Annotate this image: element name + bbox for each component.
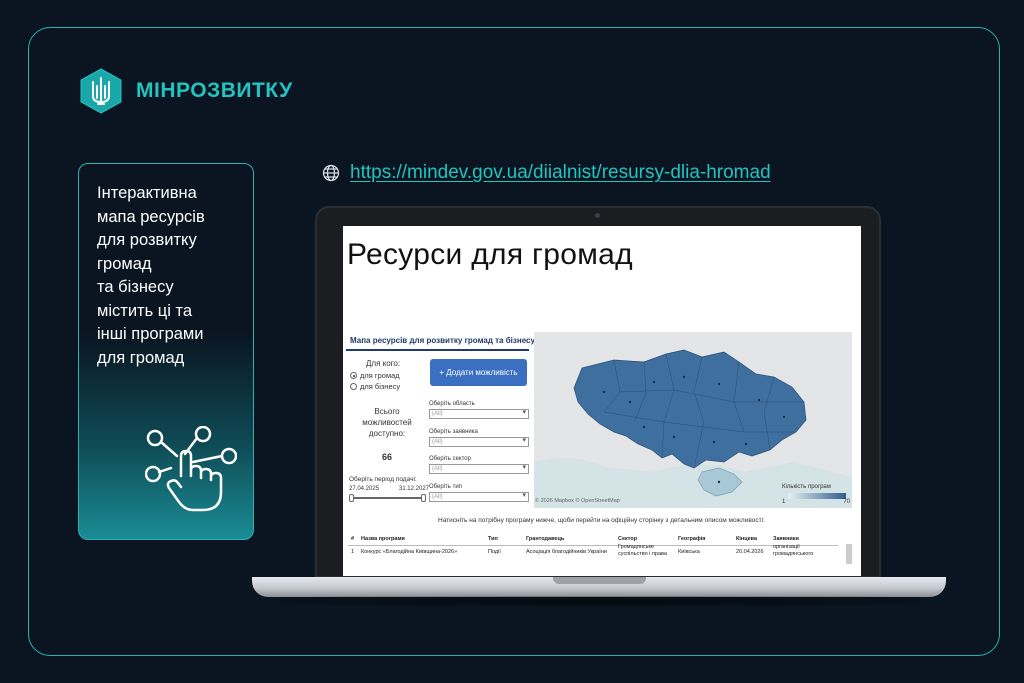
info-card: Інтерактивна мапа ресурсів для розвитку … (78, 163, 254, 540)
period-from: 27.04.2025 (349, 486, 380, 492)
filter-applicant-select[interactable]: (All) (429, 437, 529, 447)
filter-type-select[interactable]: (All) (429, 492, 529, 502)
filter-applicant: Оберіть заявника (All) (429, 429, 529, 447)
info-line: для громад (97, 348, 185, 367)
cell: Громадянське суспільство і права (618, 544, 667, 557)
period-slider[interactable] (351, 497, 423, 499)
slider-handle-end[interactable] (421, 494, 426, 502)
cell: організації громадянського (773, 544, 814, 557)
column-header: Тип (488, 536, 498, 542)
cell: Асоціація благодійників України (526, 549, 607, 555)
cell: Події (488, 549, 501, 555)
cell: 1 (351, 549, 355, 555)
slider-handle-start[interactable] (349, 494, 354, 502)
table-scrollbar[interactable] (846, 544, 852, 564)
column-header: Сектор (618, 536, 638, 542)
legend-ticks: 1 70 (782, 499, 850, 505)
legend-min: 1 (782, 499, 786, 505)
resource-url[interactable]: https://mindev.gov.ua/diialnist/resursy-… (350, 162, 771, 184)
column-header: Заявники (773, 536, 799, 542)
total-label: Всього можливостей доступно: (362, 407, 412, 438)
total-value: 66 (381, 452, 392, 462)
info-line: та бізнесу (97, 278, 174, 296)
touch-network-icon (145, 426, 237, 512)
filter-label: Оберіть область (429, 401, 475, 407)
cell-program-link[interactable]: Конкурс «Благодійна Київщина-2026» (361, 549, 457, 555)
column-header: Кінцева (736, 536, 758, 542)
cell: Київська (678, 549, 700, 555)
period-label: Оберіть період подачі: (349, 476, 417, 483)
filter-region: Оберіть область (All) (429, 401, 529, 419)
column-header: Географія (678, 536, 706, 542)
ministry-logo[interactable]: МІНРОЗВИТКУ (78, 68, 293, 114)
info-line: для розвитку (97, 231, 197, 249)
ukraine-map[interactable] (534, 332, 852, 508)
cell: 20.04.2026 (736, 549, 764, 555)
info-line: Інтерактивна (97, 184, 197, 202)
legend-title: Кількість програм (782, 484, 831, 490)
info-card-text: Інтерактивна мапа ресурсів для розвитку … (97, 182, 247, 370)
for-who-label: Для кого: (366, 359, 401, 368)
add-opportunity-button[interactable]: + Додати можливість (430, 359, 527, 386)
column-header: Назва програми (361, 536, 405, 542)
radio-selected-icon (350, 372, 357, 379)
filter-type: Оберіть тип (All) (429, 484, 529, 502)
slide: МІНРОЗВИТКУ Інтерактивна мапа ресурсів д… (0, 0, 1024, 683)
map-attribution[interactable]: © 2026 Mapbox © OpenStreetMap (535, 498, 620, 504)
legend-max: 70 (843, 499, 850, 505)
map-section-title: Мапа ресурсів для розвитку громад та біз… (350, 336, 535, 345)
period-to: 31.12.2027 (398, 486, 429, 492)
column-header: Грантодавець (526, 536, 565, 542)
column-header: # (351, 536, 355, 542)
laptop-notch (553, 577, 646, 584)
page-title: Ресурси для громад (347, 238, 633, 271)
radio-empty-icon (350, 383, 357, 390)
filter-label: Оберіть тип (429, 484, 462, 490)
webcam-icon (595, 213, 600, 218)
trident-emblem-icon (80, 68, 122, 114)
info-line: громад (97, 254, 152, 273)
info-line: мапа ресурсів (97, 207, 205, 226)
divider (346, 349, 529, 351)
filter-sector-select[interactable]: (All) (429, 464, 529, 474)
filter-label: Оберіть заявника (429, 429, 478, 435)
period-dates: 27.04.2025 31.12.2027 (349, 486, 429, 492)
ministry-name: МІНРОЗВИТКУ (136, 79, 293, 102)
laptop-shadow (280, 596, 920, 606)
table-hint: Натисніть на потрібну програму нижче, що… (438, 517, 765, 524)
map-canvas[interactable] (534, 332, 852, 508)
resource-link[interactable]: https://mindev.gov.ua/diialnist/resursy-… (322, 162, 771, 184)
radio-label: для громад (360, 371, 400, 380)
radio-business[interactable]: для бізнесу (350, 382, 400, 391)
filter-region-select[interactable]: (All) (429, 409, 529, 419)
info-line: інші програми (97, 325, 204, 343)
globe-icon (322, 164, 340, 182)
filter-label: Оберіть сектор (429, 456, 471, 462)
info-line: містить ці та (97, 301, 193, 320)
radio-label: для бізнесу (360, 382, 401, 391)
radio-communities[interactable]: для громад (350, 371, 400, 380)
filter-sector: Оберіть сектор (All) (429, 456, 529, 474)
map-legend: Кількість програм 1 70 (782, 484, 850, 505)
laptop-screen: Ресурси для громад Мапа ресурсів для роз… (343, 226, 861, 576)
divider (348, 545, 838, 546)
